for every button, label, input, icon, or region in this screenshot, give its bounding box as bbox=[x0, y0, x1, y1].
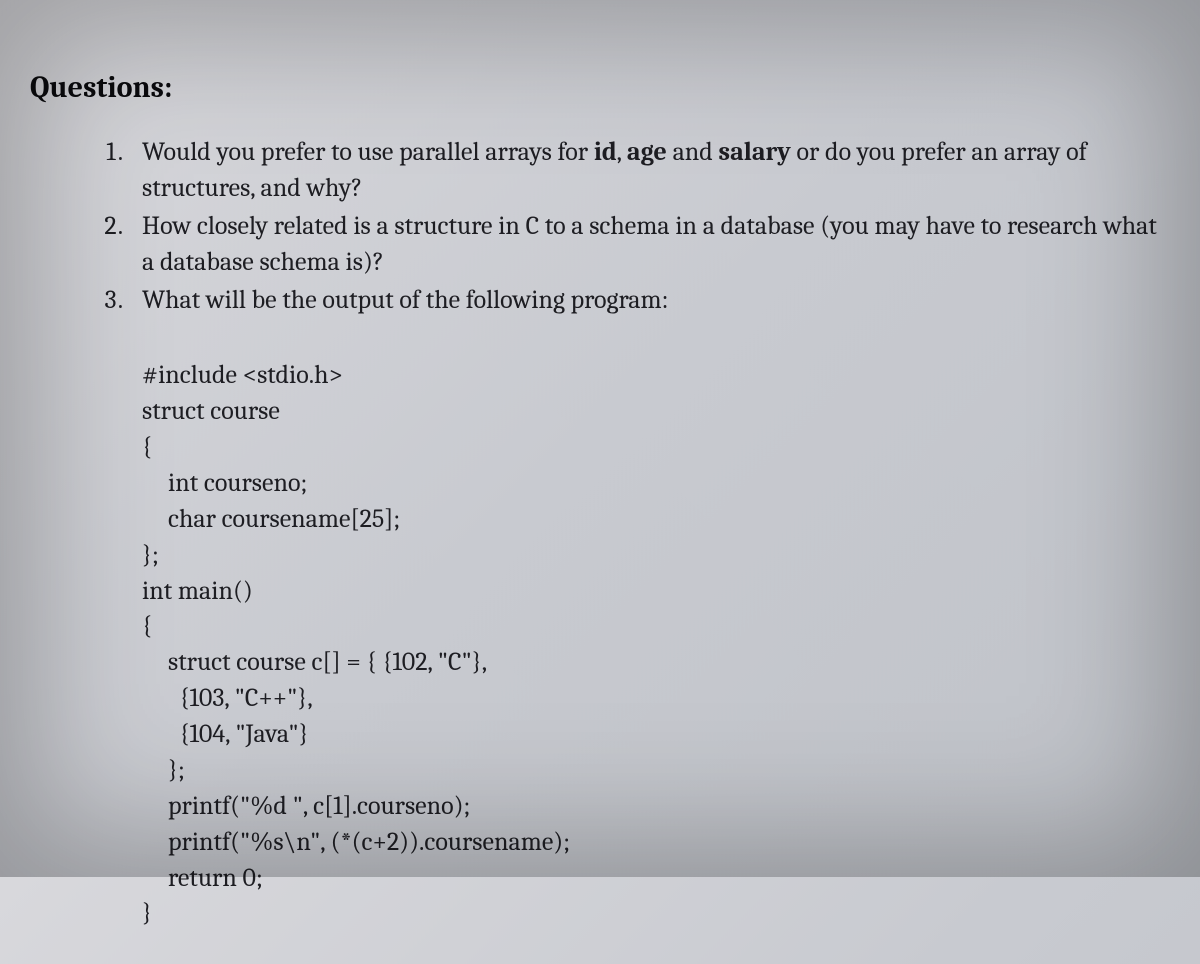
q1-text-mid1: , bbox=[617, 137, 627, 167]
question-1: Would you prefer to use parallel arrays … bbox=[128, 135, 1170, 207]
q3-prompt: What will be the output of the following… bbox=[142, 285, 669, 315]
code-line: } bbox=[142, 898, 152, 928]
code-line: printf("%s\n", (*(c+2)).coursename); bbox=[142, 827, 570, 857]
q1-text-mid2: and bbox=[667, 137, 719, 167]
code-line: { bbox=[142, 432, 152, 462]
code-line: printf("%d ", c[1].courseno); bbox=[142, 791, 470, 821]
q1-bold-salary: salary bbox=[719, 137, 791, 167]
q1-bold-id: id bbox=[594, 137, 617, 167]
question-3: What will be the output of the following… bbox=[128, 283, 1170, 933]
document-page: Questions: Would you prefer to use paral… bbox=[0, 0, 1200, 964]
code-line: return 0; bbox=[142, 863, 263, 893]
code-line: struct course bbox=[142, 396, 280, 426]
code-line: int main() bbox=[142, 576, 253, 606]
code-line: {104, "Java"} bbox=[142, 719, 309, 749]
q1-text-pre: Would you prefer to use parallel arrays … bbox=[142, 137, 594, 167]
questions-heading: Questions: bbox=[30, 70, 1170, 105]
code-line: }; bbox=[142, 755, 185, 785]
question-2: How closely related is a structure in C … bbox=[128, 209, 1170, 281]
code-line: struct course c[] = { {102, "C"}, bbox=[142, 647, 487, 677]
code-line: #include <stdio.h> bbox=[142, 360, 343, 390]
code-line: char coursename[25]; bbox=[142, 504, 400, 534]
code-line: }; bbox=[142, 540, 159, 570]
code-line: int courseno; bbox=[142, 468, 307, 498]
code-line: { bbox=[142, 611, 152, 641]
q1-bold-age: age bbox=[627, 137, 667, 167]
code-line: {103, "C++"}, bbox=[142, 683, 313, 713]
questions-list: Would you prefer to use parallel arrays … bbox=[90, 135, 1170, 932]
q3-code-block: #include <stdio.h> struct course { int c… bbox=[142, 322, 1170, 932]
